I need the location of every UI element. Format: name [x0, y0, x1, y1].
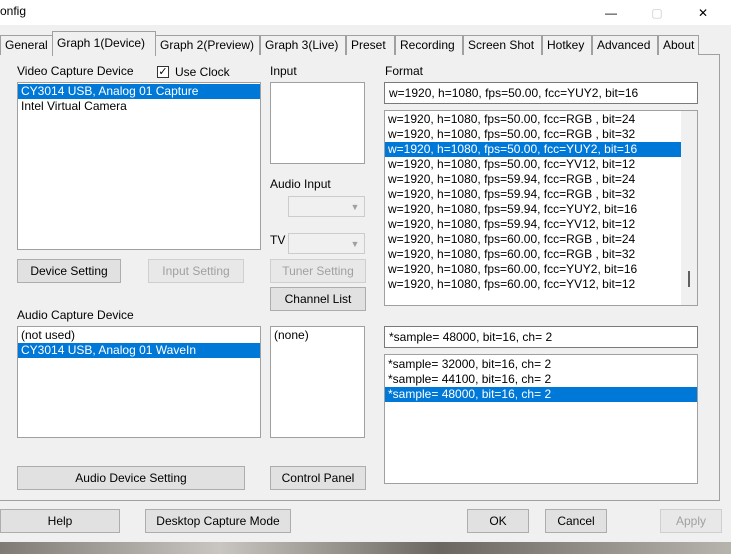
- config-window: onfig — ▢ ✕ General Graph 1(Device) Grap…: [0, 0, 731, 542]
- audio-input-list[interactable]: (none): [270, 326, 365, 438]
- tab-graph1-device[interactable]: Graph 1(Device): [52, 31, 156, 56]
- tab-hotkey[interactable]: Hotkey: [542, 35, 592, 55]
- help-button[interactable]: Help: [0, 509, 120, 533]
- tuner-setting-button[interactable]: Tuner Setting: [270, 259, 366, 283]
- chevron-down-icon: ▼: [350, 201, 360, 212]
- apply-button[interactable]: Apply: [660, 509, 722, 533]
- list-item[interactable]: w=1920, h=1080, fps=60.00, fcc=RGB , bit…: [385, 247, 681, 262]
- tv-select[interactable]: ▼: [288, 233, 365, 254]
- format-scrollbar[interactable]: [681, 110, 698, 306]
- maximize-button[interactable]: ▢: [634, 0, 680, 25]
- list-item[interactable]: w=1920, h=1080, fps=59.94, fcc=RGB , bit…: [385, 172, 681, 187]
- input-list[interactable]: [270, 82, 365, 164]
- tab-graph3-live[interactable]: Graph 3(Live): [260, 35, 346, 55]
- list-item[interactable]: CY3014 USB, Analog 01 Capture: [18, 84, 260, 99]
- use-clock-label: Use Clock: [175, 65, 230, 79]
- input-setting-button[interactable]: Input Setting: [148, 259, 244, 283]
- audio-device-setting-button[interactable]: Audio Device Setting: [17, 466, 245, 490]
- tab-general[interactable]: General: [0, 35, 53, 55]
- tab-recording[interactable]: Recording: [395, 35, 463, 55]
- desktop-background: [0, 542, 731, 554]
- title-bar[interactable]: onfig — ▢ ✕: [0, 0, 731, 25]
- list-item[interactable]: w=1920, h=1080, fps=60.00, fcc=RGB , bit…: [385, 232, 681, 247]
- audio-capture-device-label: Audio Capture Device: [17, 308, 134, 322]
- channel-list-button[interactable]: Channel List: [270, 287, 366, 311]
- device-setting-button[interactable]: Device Setting: [17, 259, 121, 283]
- video-capture-device-label: Video Capture Device: [17, 64, 134, 78]
- audio-device-list[interactable]: (not used) CY3014 USB, Analog 01 WaveIn: [17, 326, 261, 438]
- audio-input-label: Audio Input: [270, 177, 331, 191]
- list-item[interactable]: w=1920, h=1080, fps=50.00, fcc=RGB , bit…: [385, 112, 681, 127]
- format-current-field[interactable]: w=1920, h=1080, fps=50.00, fcc=YUY2, bit…: [384, 82, 698, 104]
- list-item[interactable]: w=1920, h=1080, fps=59.94, fcc=YUY2, bit…: [385, 202, 681, 217]
- list-item[interactable]: *sample= 32000, bit=16, ch= 2: [385, 357, 697, 372]
- tab-graph2-preview[interactable]: Graph 2(Preview): [155, 35, 260, 55]
- video-device-list[interactable]: CY3014 USB, Analog 01 Capture Intel Virt…: [17, 82, 261, 250]
- audio-input-select[interactable]: ▼: [288, 196, 365, 217]
- list-item[interactable]: (none): [271, 328, 364, 343]
- list-item[interactable]: CY3014 USB, Analog 01 WaveIn: [18, 343, 260, 358]
- tv-label: TV: [270, 233, 286, 247]
- list-item[interactable]: (not used): [18, 328, 260, 343]
- format-list[interactable]: w=1920, h=1080, fps=50.00, fcc=RGB , bit…: [384, 110, 682, 306]
- close-button[interactable]: ✕: [680, 0, 726, 25]
- scrollbar-thumb[interactable]: [688, 271, 690, 287]
- tab-preset[interactable]: Preset: [346, 35, 395, 55]
- list-item[interactable]: w=1920, h=1080, fps=60.00, fcc=YUY2, bit…: [385, 262, 681, 277]
- cancel-button[interactable]: Cancel: [545, 509, 607, 533]
- control-panel-button[interactable]: Control Panel: [270, 466, 366, 490]
- audio-format-current-field[interactable]: *sample= 48000, bit=16, ch= 2: [384, 326, 698, 348]
- ok-button[interactable]: OK: [467, 509, 529, 533]
- input-label: Input: [270, 64, 297, 78]
- tab-advanced[interactable]: Advanced: [592, 35, 658, 55]
- use-clock-checkbox[interactable]: ✓: [157, 66, 169, 78]
- audio-format-list[interactable]: *sample= 32000, bit=16, ch= 2 *sample= 4…: [384, 354, 698, 484]
- list-item[interactable]: *sample= 48000, bit=16, ch= 2: [385, 387, 697, 402]
- window-title: onfig: [0, 4, 27, 18]
- list-item[interactable]: w=1920, h=1080, fps=59.94, fcc=RGB , bit…: [385, 187, 681, 202]
- format-label: Format: [385, 64, 424, 78]
- tab-screen-shot[interactable]: Screen Shot: [463, 35, 542, 55]
- list-item[interactable]: Intel Virtual Camera: [18, 99, 260, 114]
- list-item[interactable]: w=1920, h=1080, fps=59.94, fcc=YV12, bit…: [385, 217, 681, 232]
- chevron-down-icon: ▼: [350, 238, 360, 249]
- minimize-icon: —: [605, 5, 617, 20]
- list-item[interactable]: w=1920, h=1080, fps=50.00, fcc=YV12, bit…: [385, 157, 681, 172]
- list-item[interactable]: w=1920, h=1080, fps=60.00, fcc=YV12, bit…: [385, 277, 681, 292]
- desktop-capture-mode-button[interactable]: Desktop Capture Mode: [145, 509, 291, 533]
- list-item[interactable]: w=1920, h=1080, fps=50.00, fcc=YUY2, bit…: [385, 142, 681, 157]
- list-item[interactable]: *sample= 44100, bit=16, ch= 2: [385, 372, 697, 387]
- maximize-icon: ▢: [651, 5, 663, 20]
- tab-about[interactable]: About: [658, 35, 699, 55]
- check-mark-icon: ✓: [158, 66, 168, 78]
- close-icon: ✕: [697, 5, 709, 20]
- list-item[interactable]: w=1920, h=1080, fps=50.00, fcc=RGB , bit…: [385, 127, 681, 142]
- minimize-button[interactable]: —: [588, 0, 634, 25]
